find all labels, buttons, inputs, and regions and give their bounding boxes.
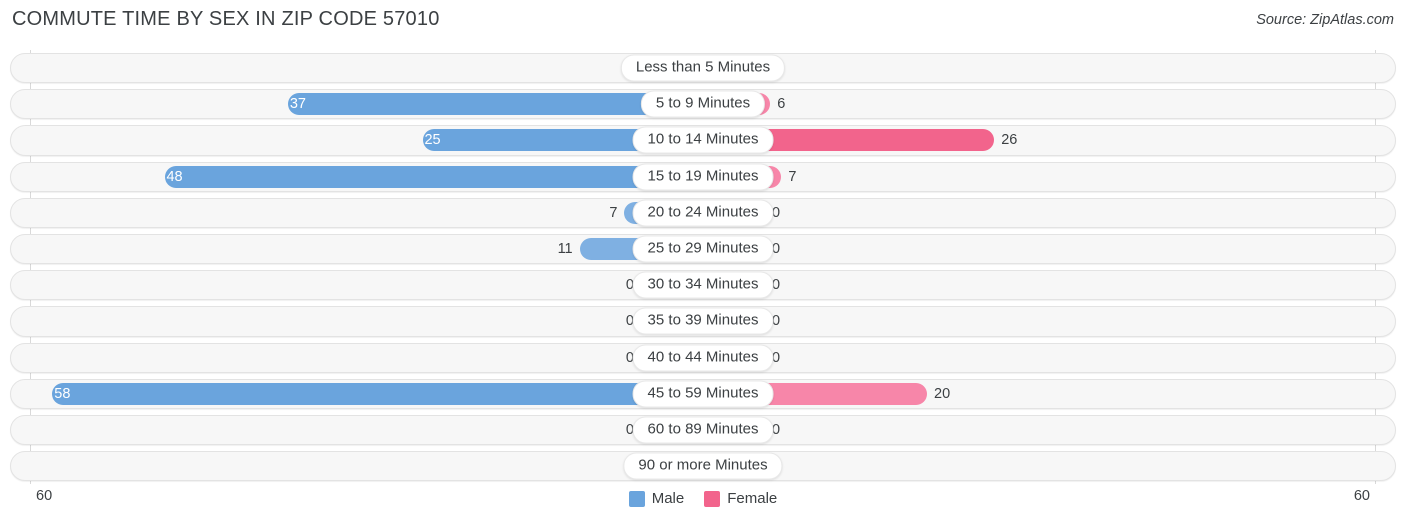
category-label: 20 to 24 Minutes (632, 199, 774, 227)
chart-row: 37 6 5 to 9 Minutes (0, 86, 1406, 122)
male-value-label: 37 (289, 96, 306, 113)
chart-row: 0 0 40 to 44 Minutes (0, 340, 1406, 376)
legend-swatch-female-icon (704, 490, 721, 507)
category-label: 45 to 59 Minutes (632, 380, 774, 408)
chart-row: 48 7 15 to 19 Minutes (0, 159, 1406, 195)
category-label: 25 to 29 Minutes (632, 235, 774, 263)
female-value-label: 26 (1001, 132, 1018, 149)
chart-row: 25 26 10 to 14 Minutes (0, 122, 1406, 158)
legend-item-female[interactable]: Female (704, 490, 777, 507)
commute-time-chart: COMMUTE TIME BY SEX IN ZIP CODE 57010 So… (0, 0, 1406, 522)
plot-area: 00Less than 5 Minutes 37 6 5 to 9 Minutes 25… (0, 50, 1406, 484)
chart-row: 11 0 25 to 29 Minutes (0, 231, 1406, 267)
male-value-label: 11 (557, 240, 573, 257)
male-bar[interactable] (52, 382, 703, 405)
chart-row: 00Less than 5 Minutes (0, 50, 1406, 86)
legend-item-male[interactable]: Male (628, 490, 685, 507)
category-label: 15 to 19 Minutes (632, 163, 774, 191)
category-label: Less than 5 Minutes (620, 54, 786, 82)
male-value-label: 48 (166, 168, 183, 185)
chart-row: 0090 or more Minutes (0, 448, 1406, 484)
source-attribution: Source: ZipAtlas.com (1256, 12, 1394, 28)
chart-row: 7 0 20 to 24 Minutes (0, 195, 1406, 231)
category-label: 90 or more Minutes (623, 452, 783, 480)
category-label: 10 to 14 Minutes (632, 126, 774, 154)
male-bar[interactable] (164, 165, 703, 188)
chart-row: 0 0 30 to 34 Minutes (0, 267, 1406, 303)
chart-row: 0 0 60 to 89 Minutes (0, 412, 1406, 448)
female-value-label: 20 (934, 385, 951, 402)
page-title: COMMUTE TIME BY SEX IN ZIP CODE 57010 (12, 8, 440, 30)
legend: Male Female (0, 490, 1406, 507)
chart-row: 58 20 45 to 59 Minutes (0, 376, 1406, 412)
chart-row: 0 0 35 to 39 Minutes (0, 303, 1406, 339)
category-label: 30 to 34 Minutes (632, 271, 774, 299)
male-value-label: 7 (609, 204, 618, 221)
female-value-label: 6 (777, 96, 786, 113)
legend-label-female: Female (727, 490, 778, 507)
legend-swatch-male-icon (628, 490, 645, 507)
chart-footer: 60 60 Male Female (0, 484, 1406, 522)
female-value-label: 7 (788, 168, 797, 185)
male-value-label: 25 (424, 132, 441, 149)
category-label: 35 to 39 Minutes (632, 307, 774, 335)
male-value-label: 58 (54, 385, 71, 402)
category-label: 40 to 44 Minutes (632, 344, 774, 372)
category-label: 5 to 9 Minutes (640, 90, 766, 118)
legend-label-male: Male (651, 490, 685, 507)
category-label: 60 to 89 Minutes (632, 416, 774, 444)
